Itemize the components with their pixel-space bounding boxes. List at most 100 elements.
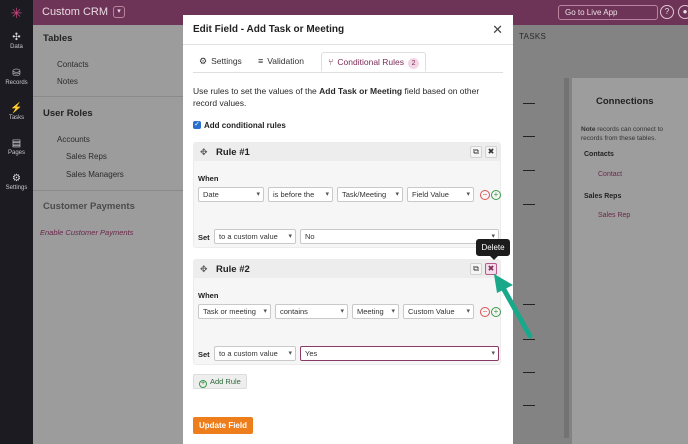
condition-operator-select[interactable]: contains <box>275 304 348 319</box>
delete-icon[interactable]: ✖ <box>485 263 497 275</box>
tabs-underline <box>193 72 503 73</box>
connection-item-contact[interactable]: Contact <box>598 171 622 178</box>
update-field-button[interactable]: Update Field <box>193 417 253 434</box>
rail-item-pages[interactable]: ▤ Pages <box>0 138 33 156</box>
divider <box>183 44 513 45</box>
field-name: Add Task or Meeting <box>319 86 403 96</box>
close-icon[interactable]: ✕ <box>492 22 503 38</box>
condition-value-select[interactable]: Task/Meeting <box>337 187 403 202</box>
set-value-select[interactable]: No <box>300 229 499 244</box>
row-dash <box>523 204 535 205</box>
add-rule-button[interactable]: + Add Rule <box>193 374 247 389</box>
row-dash <box>523 136 535 137</box>
enable-customer-payments-link[interactable]: Enable Customer Payments <box>40 228 133 237</box>
rail-label: Data <box>10 44 23 50</box>
divider <box>33 96 183 97</box>
remove-condition-icon[interactable]: − <box>480 307 490 317</box>
connection-group-contacts[interactable]: Contacts <box>584 151 614 158</box>
rail-item-settings[interactable]: ⚙ Settings <box>0 173 33 191</box>
tab-conditional-rules[interactable]: ⑂ Conditional Rules 2 <box>321 52 427 72</box>
copy-icon[interactable]: ⧉ <box>470 263 482 275</box>
table-item-notes[interactable]: Notes <box>57 77 78 86</box>
condition-field-select[interactable]: Date <box>198 187 264 202</box>
row-dash <box>523 103 535 104</box>
condition-field-select[interactable]: Task or meeting <box>198 304 271 319</box>
add-condition-icon[interactable]: + <box>491 307 501 317</box>
table-item-accounts[interactable]: Accounts <box>57 135 90 144</box>
tab-validation[interactable]: ≡ Validation <box>252 52 310 72</box>
data-icon: ✣ <box>12 32 21 43</box>
row-dash <box>523 170 535 171</box>
pages-icon: ▤ <box>11 138 22 149</box>
go-to-live-app-button[interactable]: Go to Live App <box>558 5 658 20</box>
rail-item-tasks[interactable]: ⚡ Tasks <box>0 103 33 121</box>
delete-icon[interactable]: ✖ <box>485 146 497 158</box>
rail-item-data[interactable]: ✣ Data <box>0 32 33 50</box>
delete-tooltip: Delete <box>476 239 510 260</box>
rule-title: Rule #1 <box>216 147 250 158</box>
condition-value-select[interactable]: Meeting <box>352 304 399 319</box>
condition-operator-select[interactable]: is before the <box>268 187 333 202</box>
add-rule-label: Add Rule <box>210 377 241 386</box>
tab-settings[interactable]: ⚙ Settings <box>193 52 248 72</box>
rail-label: Settings <box>5 185 28 191</box>
connections-panel: Connections Note records can connect to … <box>572 78 688 444</box>
tab-label: Settings <box>211 56 242 66</box>
role-item-sales-managers[interactable]: Sales Managers <box>66 170 124 179</box>
edit-field-modal: Edit Field - Add Task or Meeting ✕ ⚙ Sett… <box>183 15 513 444</box>
set-mode-select[interactable]: to a custom value <box>214 229 296 244</box>
remove-condition-icon[interactable]: − <box>480 190 490 200</box>
set-mode-select[interactable]: to a custom value <box>214 346 296 361</box>
row-dash <box>523 339 535 340</box>
rule-card: ✥ Rule #2 ⧉ ✖ When Task or meeting conta… <box>193 259 501 365</box>
row-dash <box>523 304 535 305</box>
row-dash <box>523 405 535 406</box>
account-icon[interactable]: ● <box>678 5 688 19</box>
branch-icon: ⑂ <box>328 57 334 67</box>
table-item-contacts[interactable]: Contacts <box>57 60 89 69</box>
gear-icon: ⚙ <box>199 56 208 66</box>
drag-handle-icon[interactable]: ✥ <box>200 147 208 158</box>
divider <box>33 190 183 191</box>
validation-icon: ≡ <box>258 56 264 66</box>
rule-count-badge: 2 <box>408 58 420 69</box>
help-icon[interactable]: ? <box>660 5 674 19</box>
app-switcher-caret-icon[interactable]: ▾ <box>113 6 125 18</box>
set-value-select[interactable]: Yes <box>300 346 499 361</box>
connections-title: Connections <box>596 96 654 107</box>
scrollbar-track[interactable] <box>564 78 569 438</box>
set-label: Set <box>198 233 210 242</box>
when-label: When <box>198 291 219 300</box>
add-condition-icon[interactable]: + <box>491 190 501 200</box>
row-dash <box>523 372 535 373</box>
tables-heading: Tables <box>43 33 73 44</box>
left-nav-rail: ✳ ✣ Data ⛁ Records ⚡ Tasks ▤ Pages ⚙ Set… <box>0 0 33 444</box>
tasks-icon: ⚡ <box>10 103 23 114</box>
rail-label: Records <box>5 80 28 86</box>
rule-header: ✥ Rule #1 ⧉ ✖ <box>194 143 500 161</box>
customer-payments-heading: Customer Payments <box>43 201 135 212</box>
add-conditional-rules-checkbox[interactable]: ✓ <box>193 121 201 129</box>
connection-item-sales-rep[interactable]: Sales Rep <box>598 212 630 219</box>
rule-header: ✥ Rule #2 ⧉ ✖ <box>194 260 500 278</box>
app-title: Custom CRM <box>42 6 109 18</box>
role-item-sales-reps[interactable]: Sales Reps <box>66 152 107 161</box>
builder-left-panel: Tables Contacts Notes User Roles Account… <box>33 25 183 444</box>
connection-group-sales-reps[interactable]: Sales Reps <box>584 193 621 200</box>
when-label: When <box>198 174 219 183</box>
condition-value-type-select[interactable]: Custom Value <box>403 304 474 319</box>
rail-item-records[interactable]: ⛁ Records <box>0 68 33 86</box>
connections-note: Note records can connect to records from… <box>581 126 664 142</box>
user-roles-heading: User Roles <box>43 108 93 119</box>
intro-text: Use rules to set the values of the Add T… <box>193 86 480 108</box>
drag-handle-icon[interactable]: ✥ <box>200 264 208 275</box>
add-conditional-rules-label[interactable]: Add conditional rules <box>204 121 286 130</box>
modal-title: Edit Field - Add Task or Meeting <box>193 24 345 35</box>
app-logo-icon[interactable]: ✳ <box>9 6 24 21</box>
tab-label: Validation <box>267 56 304 66</box>
condition-value-type-select[interactable]: Field Value <box>407 187 474 202</box>
copy-icon[interactable]: ⧉ <box>470 146 482 158</box>
settings-icon: ⚙ <box>12 173 21 184</box>
rule-card: ✥ Rule #1 ⧉ ✖ When Date is before the Ta… <box>193 142 501 248</box>
set-label: Set <box>198 350 210 359</box>
